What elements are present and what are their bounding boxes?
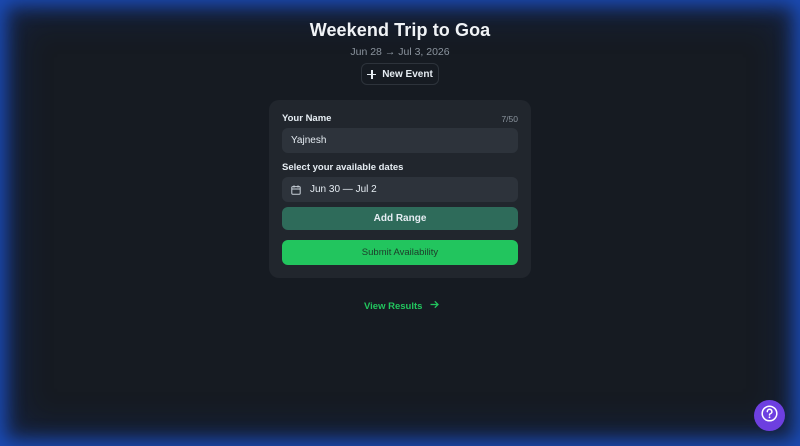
event-date-range: Jun 28 → Jul 3, 2026 — [350, 46, 450, 58]
app-window: Weekend Trip to Goa Jun 28 → Jul 3, 2026… — [0, 0, 800, 446]
event-title: Weekend Trip to Goa — [309, 20, 491, 40]
calendar-icon — [291, 184, 301, 195]
name-label: Your Name — [282, 113, 332, 124]
event-header: Weekend Trip to Goa Jun 28 → Jul 3, 2026 — [0, 20, 800, 58]
availability-form-card: Your Name 7/50 Yajnesh Select your avail… — [269, 100, 531, 278]
plus-icon — [367, 69, 377, 79]
help-icon — [761, 404, 778, 427]
name-input[interactable]: Yajnesh — [282, 128, 518, 153]
name-input-value: Yajnesh — [291, 135, 327, 146]
new-event-label: New Event — [382, 68, 433, 80]
date-range-value: Jun 30 — Jul 2 — [310, 184, 377, 195]
view-results-label: View Results — [364, 300, 423, 312]
new-event-button[interactable]: New Event — [361, 63, 439, 85]
view-results-link[interactable]: View Results — [364, 300, 440, 312]
date-range-picker[interactable]: Jun 30 — Jul 2 — [282, 177, 518, 202]
arrow-right-icon — [430, 300, 440, 312]
help-button[interactable] — [754, 400, 785, 431]
dates-label: Select your available dates — [282, 162, 404, 173]
add-range-button[interactable]: Add Range — [282, 207, 518, 230]
name-char-counter: 7/50 — [501, 114, 518, 124]
submit-availability-button[interactable]: Submit Availability — [282, 240, 518, 265]
